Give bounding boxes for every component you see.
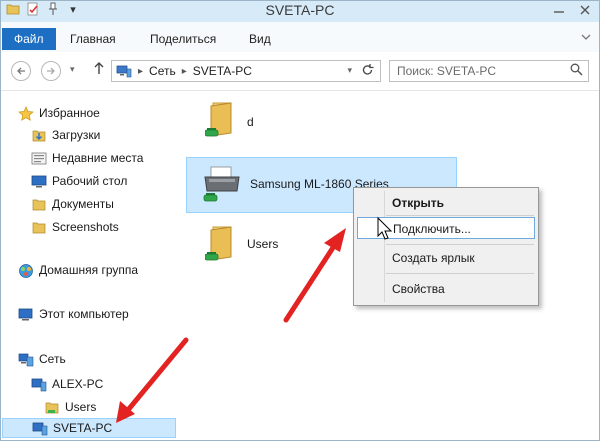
sidebar-item-label: Сеть (39, 352, 66, 366)
recent-places-icon (31, 151, 47, 165)
sidebar-item-alex-pc[interactable]: ALEX-PC (31, 375, 103, 393)
sidebar-item-label: Этот компьютер (39, 307, 129, 321)
network-icon (18, 352, 34, 367)
refresh-icon[interactable] (361, 63, 374, 80)
sidebar-item-label: Screenshots (52, 220, 119, 234)
item-label: Users (247, 237, 279, 251)
sidebar-item-label: ALEX-PC (52, 377, 104, 391)
ribbon-tabs: Файл Главная Поделиться Вид (0, 22, 600, 53)
breadcrumb-network[interactable]: Сеть (149, 64, 176, 78)
folder-icon (31, 220, 47, 234)
forward-button[interactable] (41, 61, 61, 81)
navigation-pane: Избранное Загрузки Недавние места Рабочи… (0, 91, 182, 441)
menu-separator (386, 244, 534, 245)
sidebar-item-label: Недавние места (52, 151, 144, 165)
shared-folder-icon (204, 99, 233, 137)
back-button[interactable] (11, 61, 31, 81)
shared-folder-icon (44, 400, 60, 414)
list-item-d[interactable]: d (193, 95, 303, 145)
breadcrumb-separator-icon[interactable]: ▸ (182, 66, 187, 77)
forward-arrow-icon (47, 67, 55, 75)
title-bar: ▾ SVETA-PC (0, 0, 600, 23)
expand-ribbon-icon[interactable] (580, 31, 592, 43)
tab-share[interactable]: Поделиться (142, 28, 224, 50)
printer-icon (201, 161, 241, 209)
sidebar-item-favorites[interactable]: Избранное (18, 104, 100, 122)
back-arrow-icon (17, 67, 25, 75)
menu-item-create-shortcut[interactable]: Создать ярлык (357, 247, 535, 269)
address-dropdown-icon[interactable]: ▾ (347, 65, 352, 76)
network-icon (116, 65, 132, 78)
sidebar-item-alex-users[interactable]: Users (44, 398, 96, 416)
sidebar-item-this-pc[interactable]: Этот компьютер (18, 305, 129, 323)
sidebar-item-label: Загрузки (52, 128, 101, 142)
shared-folder-icon (204, 223, 233, 261)
breadcrumb: ▸ Сеть ▸ SVETA-PC (132, 64, 252, 78)
context-menu: Открыть Подключить... Создать ярлык Свой… (353, 187, 539, 306)
sidebar-item-network[interactable]: Сеть (18, 350, 66, 368)
breadcrumb-sveta-pc[interactable]: SVETA-PC (193, 64, 252, 78)
sidebar-item-label: Users (65, 400, 97, 414)
homegroup-icon (18, 263, 34, 278)
sidebar-item-documents[interactable]: Документы (31, 195, 114, 213)
up-arrow-icon (94, 62, 104, 74)
up-button[interactable] (93, 61, 105, 78)
computer-icon (32, 421, 48, 436)
menu-item-properties[interactable]: Свойства (357, 278, 535, 300)
search-icon[interactable] (570, 63, 583, 76)
close-icon[interactable] (574, 2, 596, 18)
sidebar-item-recent-places[interactable]: Недавние места (31, 149, 143, 167)
sidebar-item-label: Документы (52, 197, 114, 211)
list-item-users[interactable]: Users (193, 219, 323, 273)
tab-file[interactable]: Файл (2, 28, 56, 50)
sidebar-item-sveta-pc[interactable]: SVETA-PC (2, 418, 176, 438)
star-icon (18, 106, 34, 121)
tab-view[interactable]: Вид (241, 28, 279, 50)
sidebar-item-label: SVETA-PC (53, 421, 113, 435)
sidebar-item-homegroup[interactable]: Домашняя группа (18, 261, 138, 279)
breadcrumb-separator-icon[interactable]: ▸ (138, 66, 143, 77)
item-label: d (247, 115, 254, 129)
sidebar-item-label: Избранное (39, 106, 100, 120)
tab-home[interactable]: Главная (62, 28, 124, 50)
menu-separator (386, 215, 534, 216)
menu-separator (386, 273, 534, 274)
sidebar-item-desktop[interactable]: Рабочий стол (31, 172, 127, 190)
address-bar[interactable]: ▸ Сеть ▸ SVETA-PC ▾ (111, 60, 381, 82)
sidebar-item-label: Рабочий стол (52, 174, 128, 188)
menu-item-connect[interactable]: Подключить... (357, 217, 535, 239)
window-title: SVETA-PC (265, 2, 335, 18)
search-input[interactable]: Поиск: SVETA-PC (389, 60, 589, 82)
sidebar-item-downloads[interactable]: Загрузки (31, 126, 100, 144)
computer-icon (18, 307, 34, 321)
address-row: ▾ ▸ Сеть ▸ SVETA-PC ▾ Поиск: SVETA-PC (0, 52, 600, 91)
sidebar-item-label: Домашняя группа (39, 263, 139, 277)
folder-icon (31, 197, 47, 211)
recent-locations-icon[interactable]: ▾ (70, 64, 75, 75)
minimize-icon[interactable] (548, 2, 570, 18)
sidebar-item-screenshots[interactable]: Screenshots (31, 218, 119, 236)
computer-icon (31, 377, 47, 392)
menu-item-open[interactable]: Открыть (357, 192, 535, 214)
downloads-icon (31, 128, 47, 142)
explorer-window: ▾ SVETA-PC Файл Главная Поделиться Вид ▾ (0, 0, 600, 441)
desktop-icon (31, 174, 47, 188)
